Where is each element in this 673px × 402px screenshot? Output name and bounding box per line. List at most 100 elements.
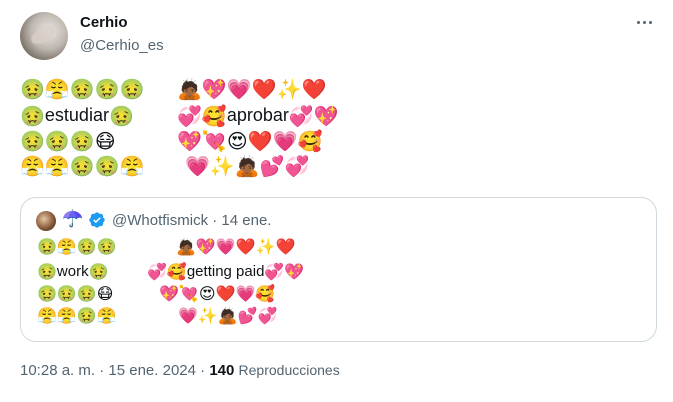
- tweet-right-line: 💖💘😍❤️💗🥰: [177, 132, 322, 152]
- art-emoji: 😤: [44, 79, 70, 101]
- art-emoji: 🤢: [76, 239, 97, 256]
- art-emoji: 🤢: [37, 239, 57, 256]
- art-emoji: 💕: [259, 156, 285, 178]
- art-emoji: ❤️: [275, 239, 296, 256]
- art-emoji: ❤️: [247, 131, 273, 153]
- art-emoji: 💕: [237, 308, 258, 325]
- art-emoji: 🤢: [76, 286, 97, 303]
- author-name[interactable]: Cerhio: [80, 14, 128, 31]
- more-icon[interactable]: [628, 10, 660, 34]
- tweet-meta: 10:28 a. m. · 15 ene. 2024 · 140 Reprodu…: [20, 362, 340, 379]
- art-emoji: 🤢: [88, 264, 109, 281]
- tweet-right-line: 💗✨🙇🏾💕💞: [185, 157, 310, 177]
- art-emoji: ✨: [276, 79, 302, 101]
- quoted-right-line: 💗✨🙇🏾💕💞: [178, 309, 278, 325]
- art-emoji: ❤️: [215, 286, 236, 303]
- art-emoji: ✨: [209, 156, 235, 178]
- art-emoji: 😤: [44, 156, 70, 178]
- art-emoji: 💞: [257, 308, 278, 325]
- tweet-left-line: 🤢estudiar🤢: [20, 106, 134, 127]
- tweet-time[interactable]: 10:28 a. m.: [20, 362, 95, 379]
- art-emoji: 💖: [201, 79, 227, 101]
- tweet-date[interactable]: 15 ene. 2024: [108, 362, 196, 379]
- art-emoji: 🤢: [94, 79, 120, 101]
- art-emoji: 🤢: [69, 156, 95, 178]
- art-emoji: 🤢: [37, 286, 57, 303]
- art-word: work: [56, 263, 89, 280]
- quoted-right-line: 💞🥰getting paid💞💖: [147, 264, 304, 281]
- art-emoji: 💞: [147, 264, 167, 281]
- art-emoji: 💗: [185, 156, 210, 178]
- art-emoji: 💗: [226, 79, 252, 101]
- art-emoji: 😤: [96, 308, 117, 325]
- art-emoji: 💖: [177, 131, 202, 153]
- art-emoji: 🙇🏾: [177, 79, 202, 101]
- art-emoji: 🙇🏾: [217, 308, 238, 325]
- art-word: aprobar: [226, 105, 289, 125]
- art-emoji: 🥰: [297, 131, 323, 153]
- views-count[interactable]: 140: [209, 362, 234, 379]
- quoted-left-line: 🤢🤢🤢😷: [37, 287, 113, 303]
- author-handle[interactable]: @Cerhio_es: [80, 37, 164, 54]
- art-emoji: 💞: [264, 264, 285, 281]
- verified-badge-icon: [89, 212, 105, 228]
- art-emoji: 💘: [178, 286, 199, 303]
- art-emoji: ✨: [197, 308, 218, 325]
- art-emoji: 😤: [20, 156, 45, 178]
- art-emoji: 💞: [177, 106, 202, 128]
- art-emoji: 🤢: [108, 106, 134, 128]
- umbrella-icon: ☂️: [62, 209, 84, 228]
- art-emoji: 🥰: [166, 264, 187, 281]
- art-emoji: 😷: [96, 286, 114, 303]
- art-emoji: 💗: [178, 308, 198, 325]
- art-emoji: ✨: [255, 239, 276, 256]
- separator-dot: ·: [200, 362, 210, 379]
- art-emoji: 💗: [215, 239, 236, 256]
- art-emoji: 😍: [226, 131, 248, 153]
- art-word: getting paid: [186, 263, 265, 280]
- author-avatar[interactable]: [20, 12, 68, 60]
- quoted-right-line: 🙇🏾💖💗❤️✨❤️: [176, 240, 296, 256]
- art-emoji: 💘: [201, 131, 227, 153]
- tweet-left-line: 😤😤🤢🤢😤: [20, 157, 145, 177]
- art-emoji: 💖: [159, 286, 179, 303]
- tweet-left-line: 🤢😤🤢🤢🤢: [20, 80, 145, 100]
- art-emoji: 🥰: [255, 286, 276, 303]
- art-emoji: ❤️: [301, 79, 327, 101]
- separator-dot: ·: [99, 362, 109, 379]
- quoted-tweet[interactable]: ☂️ @Whotfismick · 14 ene. 🤢😤🤢🤢 🤢work🤢 🤢🤢…: [20, 197, 657, 342]
- quoted-date[interactable]: 14 ene.: [221, 212, 271, 229]
- art-emoji: 😤: [56, 239, 77, 256]
- art-emoji: 🤢: [20, 79, 45, 101]
- quoted-author-avatar[interactable]: [36, 211, 56, 231]
- art-emoji: 🤢: [37, 264, 57, 281]
- art-emoji: 😤: [119, 156, 145, 178]
- quoted-right-line: 💖💘😍❤️💗🥰: [159, 287, 275, 303]
- quoted-left-line: 🤢work🤢: [37, 264, 109, 281]
- art-emoji: 💗: [272, 131, 298, 153]
- art-emoji: 🤢: [76, 308, 97, 325]
- art-emoji: 🤢: [94, 156, 120, 178]
- art-emoji: ❤️: [251, 79, 277, 101]
- art-emoji: 💖: [195, 239, 216, 256]
- art-emoji: 🙇🏾: [234, 156, 260, 178]
- art-emoji: 🤢: [20, 106, 45, 128]
- quoted-handle[interactable]: @Whotfismick: [112, 212, 208, 229]
- tweet-left-line: 🤢🤢🤢😷: [20, 132, 116, 152]
- art-emoji: 🤢: [69, 79, 95, 101]
- quoted-left-line: 🤢😤🤢🤢: [37, 240, 117, 256]
- views-label[interactable]: Reproducciones: [239, 362, 340, 378]
- art-emoji: 💞: [288, 106, 314, 128]
- art-emoji: 💞: [284, 156, 310, 178]
- art-emoji: 🤢: [119, 79, 145, 101]
- art-emoji: 😷: [94, 131, 116, 153]
- art-word: estudiar: [44, 105, 109, 125]
- tweet-right-line: 🙇🏾💖💗❤️✨❤️: [177, 80, 326, 100]
- quoted-left-line: 😤😤🤢😤: [37, 309, 117, 325]
- art-emoji: 🥰: [201, 106, 227, 128]
- quoted-author-line[interactable]: @Whotfismick · 14 ene.: [112, 212, 271, 229]
- art-emoji: 🤢: [44, 131, 70, 153]
- art-emoji: 😤: [37, 308, 57, 325]
- art-emoji: 💗: [235, 286, 256, 303]
- art-emoji: 😍: [198, 286, 216, 303]
